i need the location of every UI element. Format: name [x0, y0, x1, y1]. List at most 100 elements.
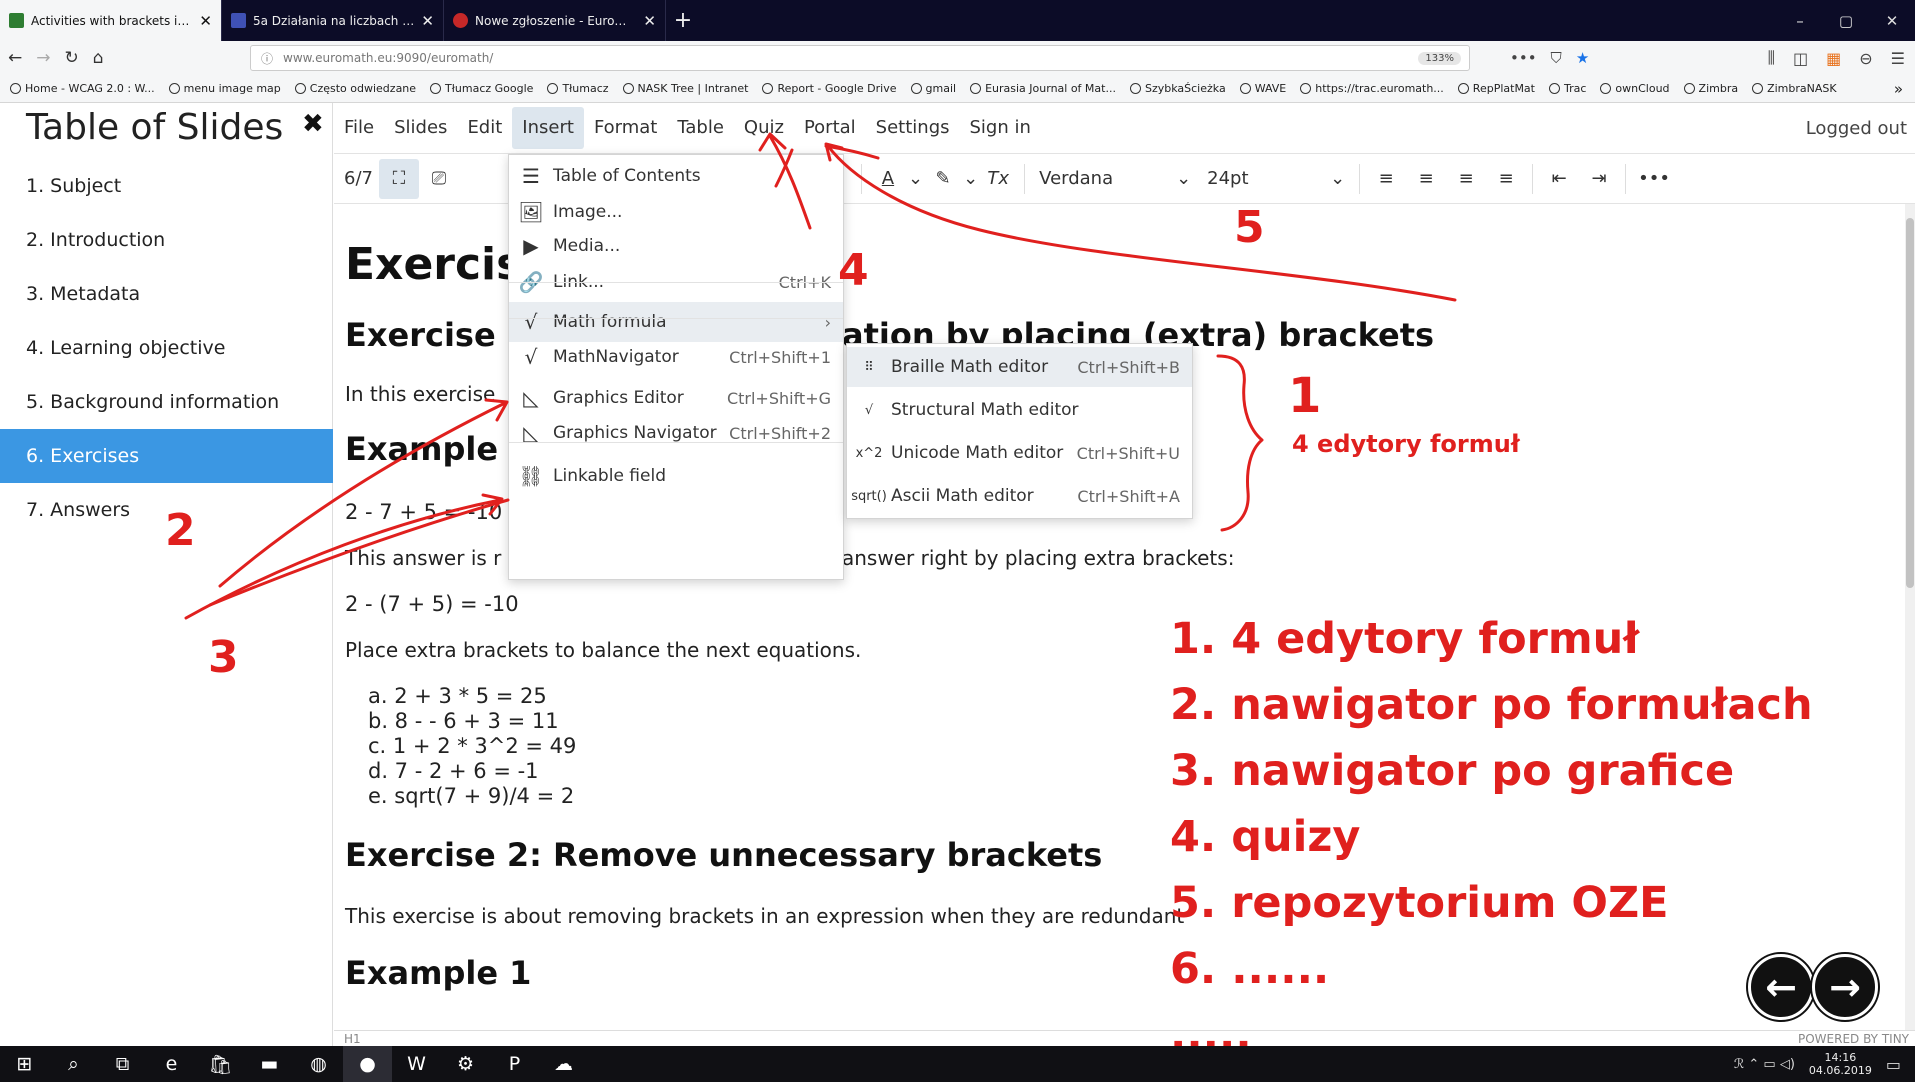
- align-right-button[interactable]: ≡: [1446, 159, 1486, 199]
- bookmark-item[interactable]: Eurasia Journal of Mat...: [970, 82, 1116, 95]
- clock[interactable]: 14:16 04.06.2019: [1809, 1051, 1872, 1077]
- taskbar-explorer-icon[interactable]: ▬: [245, 1046, 294, 1082]
- taskbar-weather-icon[interactable]: ☁: [539, 1046, 588, 1082]
- tray-icons[interactable]: ℛ ⌃ ▭ ◁): [1734, 1057, 1795, 1072]
- insert-menu-item-mathnavigator[interactable]: √ MathNavigator Ctrl+Shift+1: [509, 337, 843, 377]
- bookmark-item[interactable]: Report - Google Drive: [762, 82, 897, 95]
- restore-button[interactable]: ▢: [1823, 0, 1869, 41]
- bookmark-item[interactable]: Często odwiedzane: [294, 82, 416, 95]
- bookmark-item[interactable]: https://trac.euromath...: [1300, 82, 1444, 95]
- math-submenu-item-ascii-math-editor[interactable]: sqrt() Ascii Math editor Ctrl+Shift+A: [847, 476, 1192, 516]
- bookmarks-overflow-button[interactable]: »: [1894, 80, 1903, 98]
- zoom-badge[interactable]: 133%: [1418, 51, 1461, 65]
- bookmark-item[interactable]: Tłumacz Google: [430, 82, 533, 95]
- font-size-select[interactable]: 24pt ⌄: [1199, 168, 1353, 189]
- taskbar-settings-icon[interactable]: ⚙: [441, 1046, 490, 1082]
- insert-menu-item-linkable-field[interactable]: ⛓ Linkable field: [509, 456, 843, 496]
- back-icon[interactable]: ←: [8, 48, 22, 68]
- math-submenu-item-structural-math-editor[interactable]: √ Structural Math editor: [847, 390, 1192, 430]
- menu-file[interactable]: File: [334, 107, 384, 149]
- sidebar-item-slide-5[interactable]: 5. Background information: [0, 375, 333, 429]
- content-scrollbar[interactable]: [1905, 204, 1915, 1030]
- font-family-select[interactable]: Verdana ⌄: [1031, 168, 1199, 189]
- taskbar-task-view-icon[interactable]: ⧉: [98, 1046, 147, 1082]
- bookmark-item[interactable]: gmail: [910, 82, 956, 95]
- fullscreen-button[interactable]: ⛶: [378, 158, 419, 199]
- reload-icon[interactable]: ↻: [65, 48, 79, 68]
- pocket-icon[interactable]: ⛉: [1551, 49, 1562, 67]
- highlight-button[interactable]: ✎: [923, 159, 963, 199]
- home-icon[interactable]: ⌂: [93, 48, 104, 68]
- clear-format-button[interactable]: Tx: [978, 159, 1018, 199]
- math-submenu-item-unicode-math-editor[interactable]: x^2 Unicode Math editor Ctrl+Shift+U: [847, 433, 1192, 473]
- bookmark-item[interactable]: SzybkaŚcieżka: [1129, 82, 1226, 95]
- url-bar[interactable]: ⓘ www.euromath.eu:9090/euromath/ 133%: [250, 45, 1470, 71]
- notifications-icon[interactable]: ▭: [1886, 1055, 1901, 1074]
- bookmark-item[interactable]: NASK Tree | Intranet: [622, 82, 748, 95]
- bookmark-star-icon[interactable]: ★: [1576, 49, 1589, 67]
- present-button[interactable]: ⎚: [419, 159, 459, 199]
- sidebar-item-slide-2[interactable]: 2. Introduction: [0, 213, 333, 267]
- extension-icon[interactable]: ▦: [1826, 49, 1841, 68]
- align-center-button[interactable]: ≡: [1406, 159, 1446, 199]
- menu-format[interactable]: Format: [584, 107, 667, 149]
- bookmark-item[interactable]: ownCloud: [1600, 82, 1670, 95]
- minimize-button[interactable]: –: [1777, 0, 1823, 41]
- taskbar-store-icon[interactable]: 🛍: [196, 1046, 245, 1082]
- align-left-button[interactable]: ≡: [1366, 159, 1406, 199]
- insert-menu-item-graphics-editor[interactable]: ◺ Graphics Editor Ctrl+Shift+G: [509, 378, 843, 418]
- sidebar-item-slide-6[interactable]: 6. Exercises: [0, 429, 333, 483]
- menu-edit[interactable]: Edit: [457, 107, 512, 149]
- taskbar-firefox-icon[interactable]: ●: [343, 1046, 392, 1082]
- taskbar-edge-icon[interactable]: e: [147, 1046, 196, 1082]
- insert-menu-item-table-of-contents[interactable]: ☰ Table of Contents: [509, 156, 843, 196]
- insert-menu-item-media[interactable]: ▶ Media...: [509, 226, 843, 266]
- browser-tab-2[interactable]: 5a Działania na liczbach dodatn ✕: [222, 0, 444, 41]
- browser-tab-1[interactable]: Activities with brackets in expr ✕: [0, 0, 222, 41]
- element-path[interactable]: H1: [344, 1032, 361, 1046]
- sidebar-item-slide-3[interactable]: 3. Metadata: [0, 267, 333, 321]
- justify-button[interactable]: ≡: [1486, 159, 1526, 199]
- menu-table[interactable]: Table: [667, 107, 734, 149]
- insert-menu-item-math-formula[interactable]: √ Math formula ›: [509, 302, 843, 342]
- bookmark-item[interactable]: Tłumacz: [547, 82, 609, 95]
- chevron-down-icon[interactable]: ⌄: [963, 168, 978, 189]
- chevron-down-icon[interactable]: ⌄: [908, 168, 923, 189]
- taskbar-search-icon[interactable]: ⌕: [49, 1046, 98, 1082]
- reader-view-icon[interactable]: ◫: [1793, 49, 1808, 68]
- math-submenu-item-braille-math-editor[interactable]: ⠿ Braille Math editor Ctrl+Shift+B: [847, 347, 1192, 387]
- bookmark-item[interactable]: WAVE: [1239, 82, 1286, 95]
- bookmark-item[interactable]: ZimbraNASK: [1752, 82, 1837, 95]
- close-icon[interactable]: ✕: [643, 12, 656, 30]
- powered-by-link[interactable]: POWERED BY TINY: [1798, 1032, 1909, 1046]
- scrollbar-thumb[interactable]: [1906, 218, 1914, 588]
- more-options-button[interactable]: •••: [1632, 159, 1676, 199]
- close-icon[interactable]: ✕: [199, 12, 212, 30]
- indent-button[interactable]: ⇥: [1579, 159, 1619, 199]
- close-icon[interactable]: ✕: [421, 12, 434, 30]
- forward-icon[interactable]: →: [36, 48, 50, 68]
- taskbar-app-icon[interactable]: ◍: [294, 1046, 343, 1082]
- new-tab-button[interactable]: +: [666, 0, 700, 41]
- sidebar-item-slide-4[interactable]: 4. Learning objective: [0, 321, 333, 375]
- browser-tab-3[interactable]: Nowe zgłoszenie - EuroMath ✕: [444, 0, 666, 41]
- bookmark-item[interactable]: menu image map: [168, 82, 281, 95]
- menu-slides[interactable]: Slides: [384, 107, 457, 149]
- taskbar-word-icon[interactable]: W: [392, 1046, 441, 1082]
- sidebar-item-slide-1[interactable]: 1. Subject: [0, 159, 333, 213]
- menu-quiz[interactable]: Quiz: [734, 107, 794, 149]
- text-color-button[interactable]: A: [868, 159, 908, 199]
- menu-portal[interactable]: Portal: [794, 107, 866, 149]
- bookmark-item[interactable]: Home - WCAG 2.0 : W...: [10, 82, 155, 95]
- bookmark-item[interactable]: Zimbra: [1683, 82, 1738, 95]
- menu-settings[interactable]: Settings: [866, 107, 960, 149]
- outdent-button[interactable]: ⇤: [1539, 159, 1579, 199]
- next-slide-button[interactable]: →: [1812, 954, 1878, 1020]
- bookmark-item[interactable]: RepPlatMat: [1457, 82, 1535, 95]
- taskbar-start-icon[interactable]: ⊞: [0, 1046, 49, 1082]
- hamburger-menu-icon[interactable]: ☰: [1891, 49, 1905, 68]
- menu-sign-in[interactable]: Sign in: [960, 107, 1041, 149]
- taskbar-powerpoint-icon[interactable]: P: [490, 1046, 539, 1082]
- account-icon[interactable]: ⊖: [1859, 49, 1872, 68]
- library-icon[interactable]: ⫼: [1768, 48, 1775, 68]
